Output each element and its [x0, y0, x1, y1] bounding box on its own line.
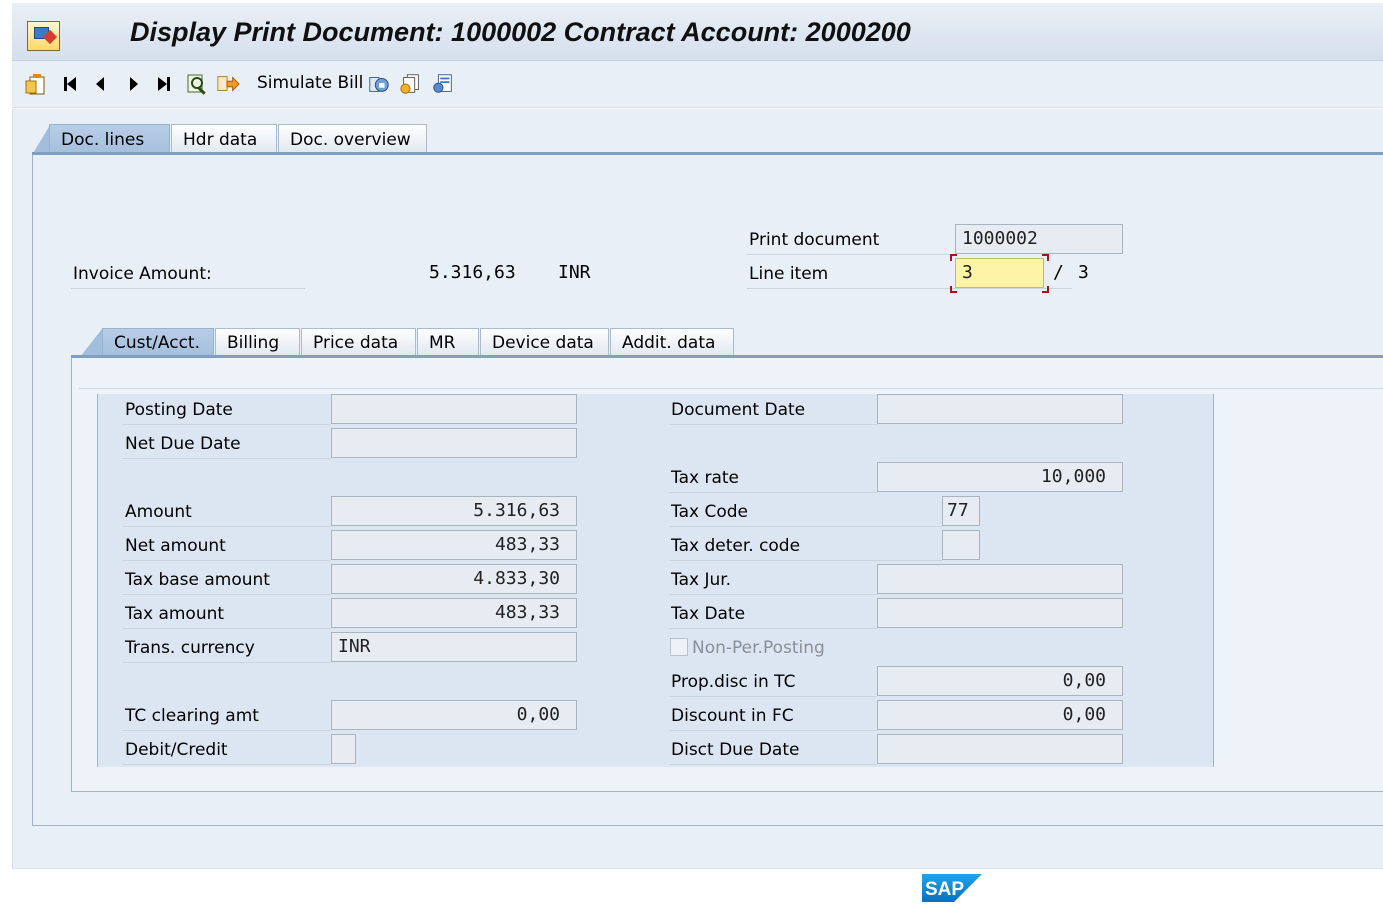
print-document-label: Print document [749, 230, 880, 250]
tab-hdr-data[interactable]: Hdr data [171, 124, 277, 155]
tab-mr[interactable]: MR [417, 328, 479, 357]
tab-price-data[interactable]: Price data [301, 328, 416, 357]
discount-in-fc-field: 0,00 [877, 700, 1123, 730]
disct-due-date-label: Disct Due Date [671, 740, 800, 760]
tc-clearing-amt-label: TC clearing amt [125, 706, 259, 726]
line-item-input[interactable]: 3 [955, 258, 1044, 288]
find-icon[interactable] [186, 72, 210, 96]
non-per-posting-label: Non-Per.Posting [692, 638, 825, 658]
sap-logo: SAP [922, 874, 982, 902]
tax-date-field [877, 598, 1123, 628]
tax-rate-field: 10,000 [877, 462, 1123, 492]
invoice-amount-label: Invoice Amount: [73, 264, 212, 284]
net-amount-label: Net amount [125, 536, 226, 556]
documents-icon[interactable] [399, 72, 423, 96]
app-menu-icon[interactable] [27, 21, 60, 51]
posting-date-field [331, 394, 577, 424]
tab-device-data[interactable]: Device data [480, 328, 609, 357]
print-document-field: 1000002 [955, 224, 1123, 254]
document-date-field [877, 394, 1123, 424]
invoice-currency: INR [558, 262, 591, 283]
prop-disc-in-tc-label: Prop.disc in TC [671, 672, 796, 692]
debit-credit-label: Debit/Credit [125, 740, 228, 760]
tab-doc-lines[interactable]: Doc. lines [49, 124, 170, 155]
debit-credit-field [331, 734, 356, 764]
configure-icon[interactable] [431, 72, 455, 96]
tax-base-amount-field: 4.833,30 [331, 564, 577, 594]
non-per-posting-checkbox[interactable] [670, 638, 688, 656]
tc-clearing-amt-field: 0,00 [331, 700, 577, 730]
previous-page-icon[interactable] [88, 72, 112, 96]
svg-text:SAP: SAP [925, 879, 964, 900]
navigate-icon[interactable] [216, 72, 240, 96]
tab-addit-data[interactable]: Addit. data [610, 328, 734, 357]
next-page-icon[interactable] [122, 72, 146, 96]
tab-doc-overview[interactable]: Doc. overview [278, 124, 427, 155]
trans-currency-label: Trans. currency [125, 638, 255, 658]
amount-label: Amount [125, 502, 192, 522]
net-due-date-label: Net Due Date [125, 434, 241, 454]
tax-amount-field: 483,33 [331, 598, 577, 628]
tax-rate-label: Tax rate [671, 468, 739, 488]
application-toolbar: Simulate Bill [12, 61, 1383, 108]
tax-code-field: 77 [942, 496, 980, 526]
tax-code-label: Tax Code [671, 502, 748, 522]
invoice-amount-value: 5.316,63 [429, 262, 516, 283]
tax-base-amount-label: Tax base amount [125, 570, 270, 590]
tax-amount-label: Tax amount [125, 604, 225, 624]
tax-jur-field [877, 564, 1123, 594]
tax-date-label: Tax Date [671, 604, 746, 624]
simulate-bill-button[interactable]: Simulate Bill [257, 73, 363, 93]
window-title: Display Print Document: 1000002 Contract… [130, 17, 911, 47]
copy-icon[interactable] [367, 72, 391, 96]
tax-deter-code-field [942, 530, 980, 560]
trans-currency-field: INR [331, 632, 577, 662]
title-bar: Display Print Document: 1000002 Contract… [12, 3, 1383, 61]
posting-date-label: Posting Date [125, 400, 233, 420]
line-item-label: Line item [749, 264, 829, 284]
first-page-icon[interactable] [58, 72, 82, 96]
line-item-total: 3 [1078, 262, 1089, 283]
new-document-icon[interactable] [24, 72, 48, 96]
last-page-icon[interactable] [152, 72, 176, 96]
amount-field: 5.316,63 [331, 496, 577, 526]
prop-disc-in-tc-field: 0,00 [877, 666, 1123, 696]
tab-billing[interactable]: Billing [215, 328, 300, 357]
tax-jur-label: Tax Jur. [671, 570, 732, 590]
tab-slant [80, 329, 102, 357]
tax-deter-code-label: Tax deter. code [671, 536, 801, 556]
discount-in-fc-label: Discount in FC [671, 706, 794, 726]
main-area: Doc. lines Hdr data Doc. overview Invoic… [12, 109, 1383, 868]
document-date-label: Document Date [671, 400, 806, 420]
tab-cust-acct[interactable]: Cust/Acct. [102, 328, 214, 357]
net-due-date-field [331, 428, 577, 458]
tab-slant [32, 125, 50, 155]
net-amount-field: 483,33 [331, 530, 577, 560]
disct-due-date-field [877, 734, 1123, 764]
line-item-separator: / [1053, 262, 1064, 283]
